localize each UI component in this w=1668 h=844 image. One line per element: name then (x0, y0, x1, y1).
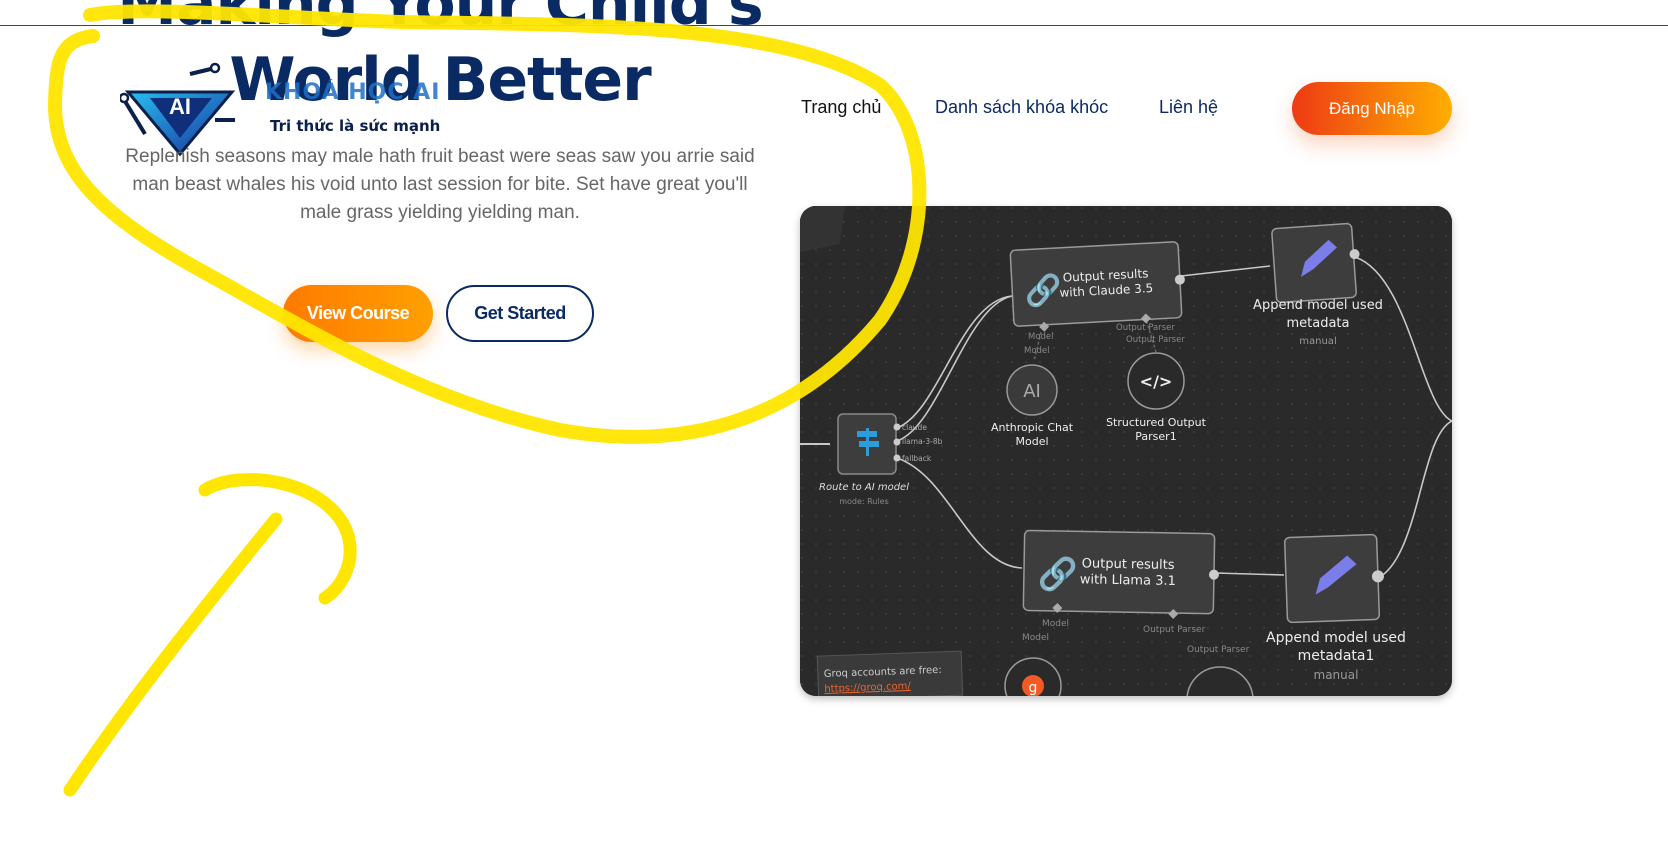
code-icon: </> (1140, 372, 1173, 391)
nav-item-contact[interactable]: Liên hệ (1159, 97, 1218, 118)
svg-text:llama-3-8b: llama-3-8b (902, 437, 943, 446)
svg-text:g: g (1029, 680, 1038, 696)
get-started-button[interactable]: Get Started (446, 285, 594, 342)
svg-text:mode: Rules: mode: Rules (839, 497, 889, 506)
brand-tagline: Tri thức là sức mạnh (270, 117, 441, 135)
link-icon-2: 🔗 (1038, 555, 1079, 594)
link-icon: 🔗 (1024, 271, 1063, 310)
svg-text:manual: manual (1314, 668, 1359, 682)
svg-text:Model: Model (1022, 633, 1049, 643)
svg-text:Structured Output: Structured Output (1106, 416, 1207, 429)
append-metadata-node[interactable] (1271, 222, 1363, 304)
login-button[interactable]: Đăng Nhập (1292, 82, 1452, 135)
svg-text:Anthropic Chat: Anthropic Chat (991, 421, 1074, 434)
svg-text:Output Parser: Output Parser (1143, 625, 1206, 635)
svg-text:Route to AI model: Route to AI model (819, 482, 909, 493)
svg-text:fallback: fallback (902, 454, 932, 463)
svg-text:Model: Model (1042, 619, 1069, 629)
brand-name: KHOÁ HỌC AI (265, 80, 441, 105)
svg-text:Output Parser: Output Parser (1116, 323, 1175, 333)
sticky-note: Groq accounts are free: https://groq.com… (816, 650, 964, 696)
nav-item-home[interactable]: Trang chủ (801, 97, 881, 118)
svg-text:Parser1: Parser1 (1135, 430, 1176, 443)
logo-text: AI (169, 94, 191, 119)
hero-title-line1: Making Your Child's (117, 0, 763, 39)
svg-text:Output Parser: Output Parser (1187, 645, 1250, 655)
svg-text:metadata1: metadata1 (1298, 648, 1375, 664)
svg-text:Model: Model (1028, 332, 1054, 342)
svg-text:Append model used: Append model used (1253, 298, 1383, 313)
svg-text:Model: Model (1015, 435, 1048, 448)
nav-item-course-list[interactable]: Danh sách khóa khóc (935, 97, 1108, 118)
hero-description: Replenish seasons may male hath fruit be… (125, 146, 755, 223)
svg-text:Append model used: Append model used (1266, 630, 1406, 646)
svg-text:AI: AI (1023, 381, 1041, 402)
workflow-screenshot: claude llama-3-8b fallback Route to AI m… (800, 206, 1452, 696)
append-metadata1-node[interactable] (1283, 533, 1386, 624)
svg-text:metadata: metadata (1286, 316, 1349, 331)
svg-text:with Llama 3.1: with Llama 3.1 (1080, 572, 1176, 589)
svg-text:claude: claude (902, 423, 927, 432)
svg-text:Output Parser: Output Parser (1126, 335, 1185, 345)
llama-output-node[interactable]: 🔗 Output results with Llama 3.1 (1022, 529, 1219, 619)
view-course-button[interactable]: View Course (283, 285, 433, 342)
svg-text:Output results: Output results (1082, 556, 1175, 573)
svg-text:Model: Model (1024, 346, 1050, 356)
svg-text:manual: manual (1299, 336, 1336, 347)
